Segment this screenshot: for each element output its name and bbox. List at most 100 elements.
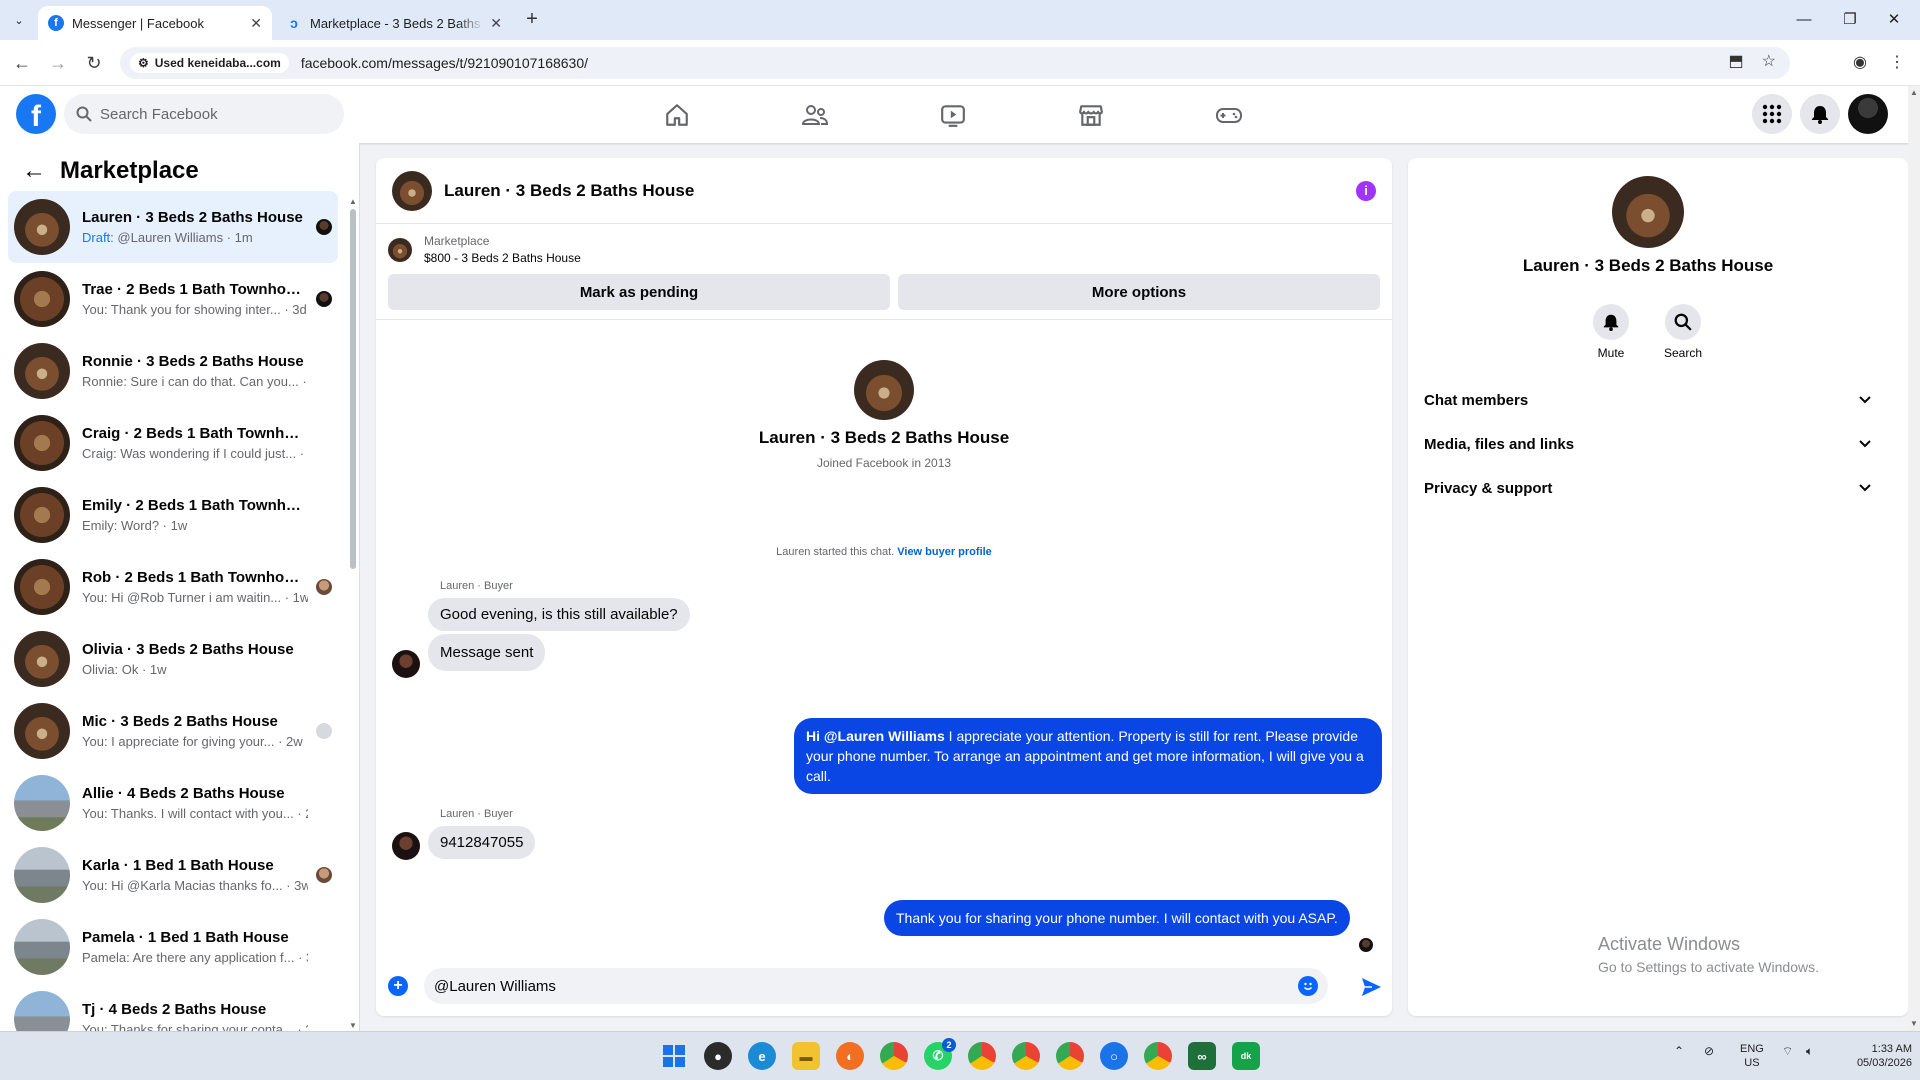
reload-icon[interactable]: ↻: [81, 50, 107, 76]
conversation-name: Trae · 2 Beds 1 Bath Townhouse: [82, 281, 308, 298]
conversation-item[interactable]: Trae · 2 Beds 1 Bath Townhouse You: Than…: [8, 263, 338, 335]
tab-marketplace[interactable]: ↄ Marketplace - 3 Beds 2 Baths H ✕: [276, 6, 512, 40]
gaming-icon[interactable]: [1214, 100, 1244, 130]
facebook-logo-icon[interactable]: f: [16, 94, 56, 134]
scroll-up-icon[interactable]: ▲: [349, 197, 357, 206]
volume-icon[interactable]: 🔈︎: [1806, 1044, 1813, 1059]
scrollbar-thumb[interactable]: [350, 209, 356, 569]
menu-grid-icon[interactable]: [1752, 94, 1792, 134]
close-tab-icon[interactable]: ✕: [250, 15, 262, 32]
more-options-button[interactable]: More options: [898, 274, 1380, 310]
bookmark-star-icon[interactable]: ☆: [1762, 51, 1776, 71]
bell-icon[interactable]: [1800, 94, 1840, 134]
conversation-item[interactable]: Pamela · 1 Bed 1 Bath House Pamela: Are …: [8, 911, 338, 983]
scroll-up-icon[interactable]: ▲: [1910, 88, 1918, 97]
conversation-item[interactable]: Lauren · 3 Beds 2 Baths House Draft: @La…: [8, 191, 338, 263]
system-clock[interactable]: 1:33 AM 05/03/2026: [1832, 1042, 1912, 1070]
search-conversation-button[interactable]: Search: [1653, 304, 1713, 360]
browser-menu-icon[interactable]: ⋮: [1884, 50, 1910, 76]
edge-browser-icon[interactable]: e: [748, 1042, 776, 1070]
chrome-profile-icon[interactable]: [1012, 1042, 1040, 1070]
media-files-links-section[interactable]: Media, files and links: [1424, 426, 1872, 462]
incoming-message[interactable]: 9412847055: [428, 826, 536, 859]
video-icon[interactable]: [938, 100, 968, 130]
tab-messenger[interactable]: f Messenger | Facebook ✕: [38, 6, 272, 40]
friends-icon[interactable]: [800, 100, 830, 130]
language-indicator[interactable]: ENG US: [1740, 1042, 1764, 1070]
mark-as-pending-button[interactable]: Mark as pending: [388, 274, 890, 310]
firefox-icon[interactable]: ◐: [836, 1042, 864, 1070]
sender-avatar[interactable]: [392, 650, 420, 678]
scroll-down-icon[interactable]: ▼: [349, 1021, 357, 1030]
profile-icon[interactable]: ◉: [1847, 50, 1873, 76]
minimize-icon[interactable]: —: [1790, 8, 1818, 32]
close-tab-icon[interactable]: ✕: [490, 15, 502, 32]
account-avatar[interactable]: [1848, 94, 1888, 134]
view-buyer-profile-link[interactable]: View buyer profile: [897, 546, 992, 558]
conversation-item[interactable]: Allie · 4 Beds 2 Baths House You: Thanks…: [8, 767, 338, 839]
marketplace-icon[interactable]: [1076, 100, 1106, 130]
info-icon[interactable]: i: [1356, 180, 1376, 201]
conversation-item[interactable]: Rob · 2 Beds 1 Bath Townhouse You: Hi @R…: [8, 551, 338, 623]
infinity-app-icon[interactable]: ∞: [1188, 1042, 1216, 1070]
mute-button[interactable]: Mute: [1581, 304, 1641, 360]
conversation-item[interactable]: Emily · 2 Beds 1 Bath Townhouse Emily: W…: [8, 479, 338, 551]
conversation-item[interactable]: Karla · 1 Bed 1 Bath House You: Hi @Karl…: [8, 839, 338, 911]
facebook-favicon-icon: f: [48, 15, 64, 31]
whatsapp-icon[interactable]: ✆ 2: [924, 1038, 956, 1070]
search-placeholder: Search Facebook: [100, 105, 218, 123]
address-bar[interactable]: ⚙ Used keneidaba...com facebook.com/mess…: [120, 47, 1790, 79]
url-text[interactable]: facebook.com/messages/t/921090107168630/: [301, 55, 588, 71]
scroll-down-icon[interactable]: ▼: [1910, 1019, 1918, 1028]
tray-chevron-icon[interactable]: ⌃: [1674, 1044, 1684, 1058]
forward-icon[interactable]: →: [45, 50, 71, 76]
restore-icon[interactable]: ❐: [1836, 8, 1864, 32]
conversation-preview: Ronnie: Sure i can do that. Can you... ·…: [82, 374, 308, 389]
home-icon[interactable]: [662, 100, 692, 130]
windows-taskbar: ● e ▬ ◐ ✆ 2 ○ ∞ dk ⌃ ⊘ ENG US ⌔ 🔈︎ 1:33 A…: [0, 1031, 1920, 1080]
file-explorer-icon[interactable]: ▬: [792, 1042, 820, 1070]
active-app-icon[interactable]: dk: [1232, 1042, 1260, 1070]
browser-app-icon[interactable]: ○: [1100, 1042, 1128, 1070]
conversation-scrollbar[interactable]: ▲ ▼: [349, 195, 357, 1031]
chat-title[interactable]: Lauren · 3 Beds 2 Baths House: [444, 181, 1356, 201]
details-avatar[interactable]: [1612, 176, 1684, 248]
wifi-icon[interactable]: ⌔: [1782, 1044, 1793, 1059]
privacy-support-section[interactable]: Privacy & support: [1424, 470, 1872, 506]
site-info-chip[interactable]: ⚙ Used keneidaba...com: [130, 53, 289, 73]
incoming-message[interactable]: Message sent: [428, 634, 546, 671]
profile-avatar[interactable]: [854, 360, 914, 420]
incoming-message[interactable]: Good evening, is this still available?: [428, 598, 690, 631]
message-input[interactable]: [434, 977, 1298, 995]
page-scrollbar[interactable]: ▲ ▼: [1908, 86, 1920, 1031]
windows-start-icon[interactable]: [660, 1042, 688, 1070]
plus-icon[interactable]: +: [388, 976, 408, 996]
send-icon[interactable]: [1360, 976, 1382, 998]
obs-app-icon[interactable]: ●: [704, 1042, 732, 1070]
conversation-item[interactable]: Ronnie · 3 Beds 2 Baths House Ronnie: Su…: [8, 335, 338, 407]
new-tab-button[interactable]: +: [520, 8, 544, 32]
outgoing-message[interactable]: Thank you for sharing your phone number.…: [884, 900, 1350, 936]
conversation-item[interactable]: Mic · 3 Beds 2 Baths House You: I apprec…: [8, 695, 338, 767]
conversation-item[interactable]: Craig · 2 Beds 1 Bath Townhouse Craig: W…: [8, 407, 338, 479]
chrome-profile-icon[interactable]: [968, 1042, 996, 1070]
install-app-icon[interactable]: ⬒: [1729, 51, 1744, 71]
network-off-icon[interactable]: ⊘: [1704, 1044, 1714, 1058]
listing-info[interactable]: Marketplace $800 - 3 Beds 2 Baths House: [388, 234, 581, 265]
chrome-profile-icon[interactable]: [1056, 1042, 1084, 1070]
read-receipt-avatar: [1359, 938, 1373, 952]
tab-list-button[interactable]: ⌄: [8, 9, 30, 31]
chrome-profile-icon[interactable]: [1144, 1042, 1172, 1070]
sender-avatar[interactable]: [392, 832, 420, 860]
emoji-icon[interactable]: [1298, 976, 1318, 996]
outgoing-message[interactable]: Hi @Lauren Williams I appreciate your at…: [794, 718, 1382, 794]
chrome-icon[interactable]: [880, 1042, 908, 1070]
close-window-icon[interactable]: ✕: [1880, 8, 1908, 32]
conversation-item[interactable]: Tj · 4 Beds 2 Baths House You: Thanks fo…: [8, 983, 338, 1031]
chat-avatar[interactable]: [392, 170, 432, 211]
facebook-search-input[interactable]: Search Facebook: [64, 94, 344, 134]
back-arrow-icon[interactable]: ←: [22, 157, 46, 185]
back-icon[interactable]: ←: [9, 50, 35, 76]
chat-members-section[interactable]: Chat members: [1424, 382, 1872, 418]
conversation-item[interactable]: Olivia · 3 Beds 2 Baths House Olivia: Ok…: [8, 623, 338, 695]
